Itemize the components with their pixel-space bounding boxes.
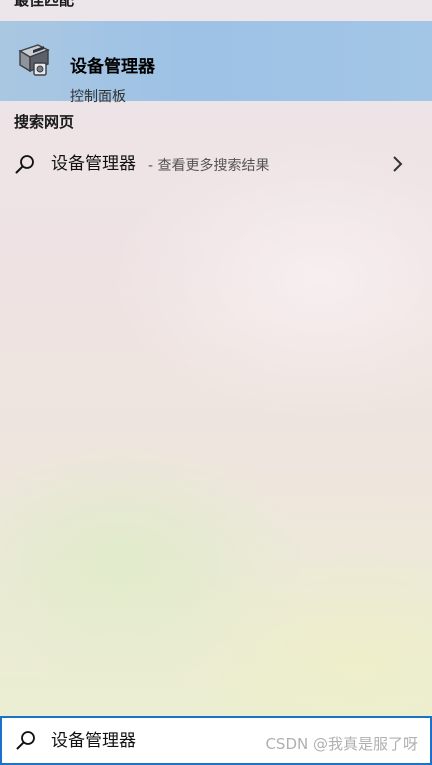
best-match-title: 设备管理器 — [70, 57, 155, 77]
search-icon — [16, 731, 35, 750]
web-search-query: 设备管理器 — [51, 154, 136, 174]
best-match-result[interactable]: 设备管理器 控制面板 — [0, 21, 432, 105]
search-icon — [15, 155, 34, 174]
web-search-header: 搜索网页 — [14, 113, 75, 131]
device-manager-icon — [18, 44, 50, 76]
best-match-header: 最佳匹配 — [14, 0, 75, 9]
web-search-result[interactable]: 设备管理器 - 查看更多搜索结果 — [0, 146, 432, 182]
search-box[interactable]: 设备管理器 CSDN @我真是服了呀 — [0, 716, 432, 765]
search-input[interactable]: 设备管理器 — [51, 730, 136, 752]
web-search-hint: - 查看更多搜索结果 — [148, 158, 270, 174]
best-match-subtitle: 控制面板 — [70, 89, 126, 105]
watermark: CSDN @我真是服了呀 — [265, 735, 418, 753]
chevron-right-icon[interactable] — [391, 155, 405, 173]
